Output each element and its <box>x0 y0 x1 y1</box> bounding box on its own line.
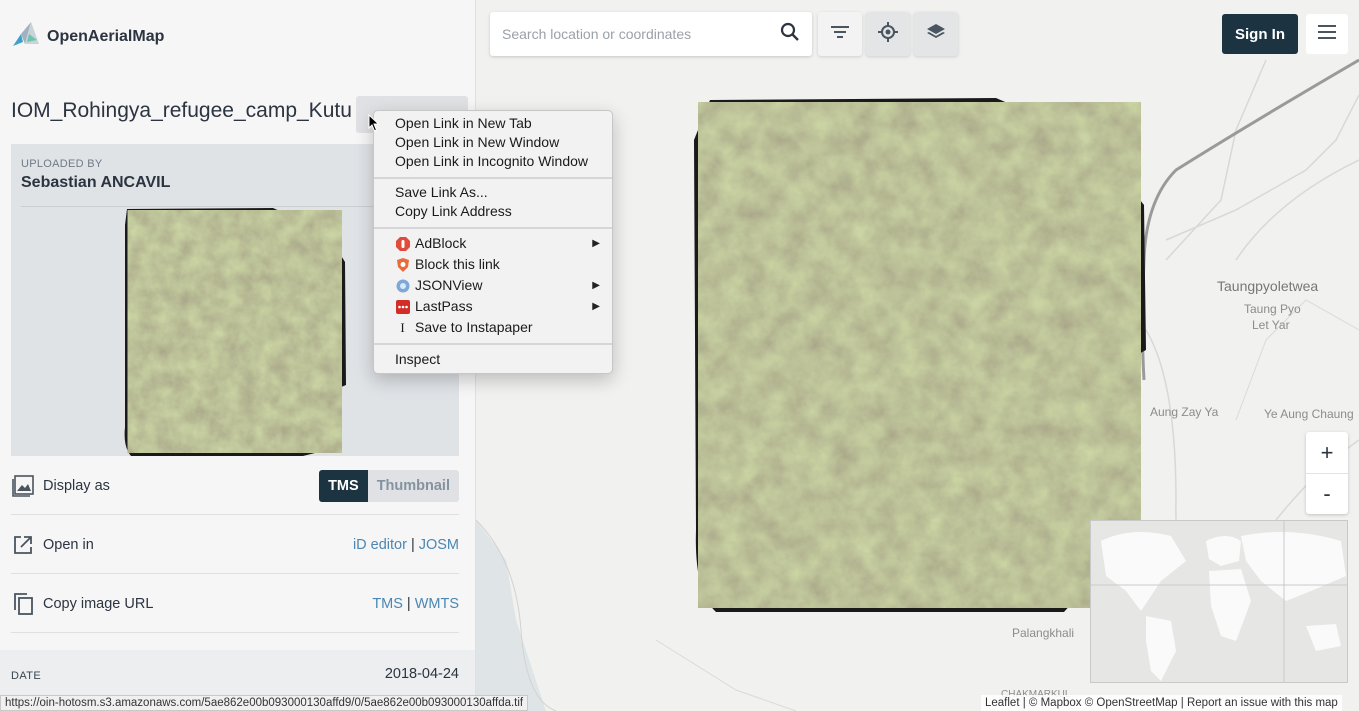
instapaper-icon: I <box>400 320 405 335</box>
image-thumbnail <box>124 208 346 456</box>
zoom-control: + - <box>1306 432 1348 514</box>
menu-separator <box>374 343 612 345</box>
josm-link[interactable]: JOSM <box>419 537 459 553</box>
separator: | <box>406 595 411 612</box>
lastpass-icon <box>395 299 410 314</box>
menu-save-link[interactable]: Save Link As... <box>374 183 612 202</box>
open-in-row: Open in iD editor | JOSM <box>11 516 459 574</box>
app-name: OpenAerialMap <box>47 27 165 45</box>
menu-open-new-window[interactable]: Open Link in New Window <box>374 133 612 152</box>
browser-status-url: https://oin-hotosm.s3.amazonaws.com/5ae8… <box>0 695 529 711</box>
copy-icon <box>11 592 35 616</box>
submenu-arrow-icon: ▶ <box>592 301 600 312</box>
locate-button[interactable] <box>866 12 910 56</box>
copy-url-label: Copy image URL <box>43 595 154 612</box>
attribution-mapbox-link[interactable]: © Mapbox <box>1029 697 1082 709</box>
minimap[interactable] <box>1090 520 1348 683</box>
copy-url-row: Copy image URL TMS | WMTS <box>11 575 459 633</box>
display-as-row: Display as TMS Thumbnail <box>11 457 459 515</box>
map-label-palangkhali: Palangkhali <box>1012 626 1075 640</box>
menu-open-incognito[interactable]: Open Link in Incognito Window <box>374 152 612 171</box>
menu-instapaper-label: Save to Instapaper <box>415 319 533 335</box>
date-value: 2018-04-24 <box>384 666 459 682</box>
context-menu: Open Link in New Tab Open Link in New Wi… <box>373 110 613 374</box>
id-editor-link[interactable]: iD editor <box>353 537 407 553</box>
menu-separator <box>374 227 612 229</box>
search-input[interactable] <box>502 26 780 42</box>
map-label-let-yar: Let Yar <box>1252 318 1290 332</box>
app-logo[interactable]: OpenAerialMap <box>11 20 164 53</box>
open-in-label: Open in <box>43 536 94 553</box>
menu-adblock[interactable]: AdBlock ▶ <box>374 234 612 253</box>
world-map <box>1091 521 1347 682</box>
sign-in-button[interactable]: Sign In <box>1222 14 1298 54</box>
menu-lastpass-label: LastPass <box>415 298 473 314</box>
tms-url-link[interactable]: TMS <box>372 596 403 612</box>
filter-icon <box>831 25 849 44</box>
hamburger-menu-icon <box>1318 24 1336 44</box>
wmts-url-link[interactable]: WMTS <box>415 596 459 612</box>
display-toggle: TMS Thumbnail <box>319 469 459 502</box>
menu-inspect[interactable]: Inspect <box>374 350 612 369</box>
shield-icon <box>395 257 410 272</box>
date-row: DATE 2018-04-24 <box>0 650 475 700</box>
search-box <box>490 12 812 56</box>
map-label-ye-aung-chaung: Ye Aung Chaung <box>1264 407 1354 421</box>
map-label-aung-zay-ya: Aung Zay Ya <box>1150 405 1219 419</box>
crosshair-icon <box>878 21 898 47</box>
layers-button[interactable] <box>914 12 958 56</box>
submenu-arrow-icon: ▶ <box>592 280 600 291</box>
map-label-taung-pyo: Taung Pyo <box>1244 302 1301 316</box>
date-label: DATE <box>11 670 42 682</box>
filter-button[interactable] <box>818 12 862 56</box>
menu-button[interactable] <box>1306 14 1348 54</box>
uploader-name[interactable]: Sebastian ANCAVIL <box>21 174 170 192</box>
attribution-report-link[interactable]: Report an issue with this map <box>1187 697 1338 709</box>
separator: | <box>410 536 415 553</box>
cursor-icon <box>368 114 380 132</box>
uploaded-by-label: UPLOADED BY <box>21 158 103 170</box>
menu-separator <box>374 177 612 179</box>
attribution-osm-link[interactable]: © OpenStreetMap <box>1085 697 1178 709</box>
menu-copy-link[interactable]: Copy Link Address <box>374 202 612 221</box>
menu-block-link-label: Block this link <box>415 256 500 272</box>
menu-jsonview[interactable]: JSONView ▶ <box>374 276 612 295</box>
attribution-leaflet-link[interactable]: Leaflet <box>985 697 1020 709</box>
layers-icon <box>927 23 945 45</box>
image-icon <box>11 474 35 498</box>
logo-icon <box>11 20 41 53</box>
zoom-out-button[interactable]: - <box>1306 473 1348 514</box>
menu-jsonview-label: JSONView <box>415 277 483 293</box>
menu-lastpass[interactable]: LastPass ▶ <box>374 297 612 316</box>
external-link-icon <box>11 533 35 557</box>
adblock-icon <box>395 236 410 251</box>
menu-adblock-label: AdBlock <box>415 235 467 251</box>
menu-instapaper[interactable]: I Save to Instapaper <box>374 318 612 337</box>
menu-open-new-tab[interactable]: Open Link in New Tab <box>374 114 612 133</box>
image-title: IOM_Rohingya_refugee_camp_Kutu <box>11 99 352 122</box>
thumbnail-toggle-button[interactable]: Thumbnail <box>367 469 459 502</box>
menu-block-link[interactable]: Block this link <box>374 255 612 274</box>
display-as-label: Display as <box>43 477 110 494</box>
zoom-in-button[interactable]: + <box>1306 432 1348 473</box>
submenu-arrow-icon: ▶ <box>592 238 600 249</box>
tms-toggle-button[interactable]: TMS <box>319 469 368 502</box>
map-label-taungpyoletwea: Taungpyoletwea <box>1217 278 1319 294</box>
search-icon[interactable] <box>780 22 800 47</box>
jsonview-icon <box>395 278 410 293</box>
map-attribution: Leaflet | © Mapbox © OpenStreetMap | Rep… <box>981 695 1342 711</box>
